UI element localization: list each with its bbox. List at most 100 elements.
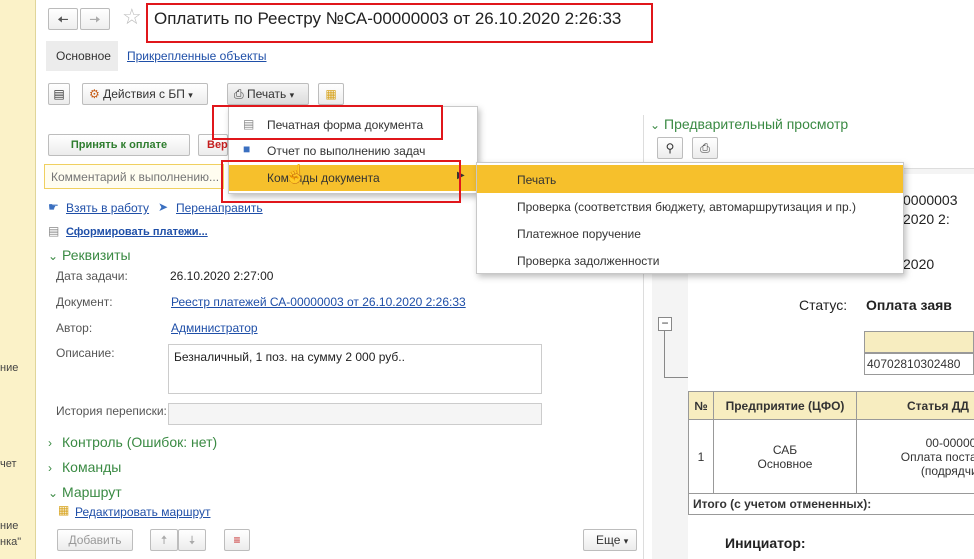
table-row: 1 САБ Основное 00-000009 Оплата постав (… <box>688 419 974 494</box>
accept-payment-button[interactable]: Принять к оплате <box>48 134 190 156</box>
section-route-label: Маршрут <box>62 484 122 500</box>
table-cell: САБ Основное <box>713 419 857 494</box>
favorite-star-icon[interactable]: ☆ <box>122 4 142 30</box>
task-date-label: Дата задачи: <box>56 269 128 283</box>
annotation-box-print-form <box>212 105 443 140</box>
chevron-down-icon: ▾ <box>623 536 629 546</box>
sidebar-fragment[interactable]: ние <box>0 520 18 532</box>
sort-button[interactable]: ≡ <box>224 529 250 551</box>
folder-icon: ▦ <box>58 503 70 517</box>
article-code: 00-000009 <box>925 435 974 450</box>
note-icon: ▦ <box>325 87 337 101</box>
document-button[interactable]: ▤ <box>48 83 70 105</box>
magnifier-icon: ⚲ <box>665 141 675 155</box>
preview-doc-number: 0000003 <box>903 192 958 208</box>
section-control[interactable]: › Контроль (Ошибок: нет) <box>48 434 217 450</box>
section-route[interactable]: ⌄ Маршрут <box>48 484 122 500</box>
preview-zoom-button[interactable]: ⚲ <box>657 137 683 159</box>
initiator-label: Инициатор: <box>725 535 806 551</box>
group-line <box>664 377 688 378</box>
more-label: Еще <box>596 533 621 547</box>
history-field[interactable] <box>168 403 542 425</box>
preview-status-label: Статус: <box>799 297 848 313</box>
total-row: Итого (с учетом отмененных): <box>688 493 974 515</box>
section-control-label: Контроль (Ошибок: нет) <box>62 434 218 450</box>
table-header: № <box>688 391 714 420</box>
submenu-item-check-budget[interactable]: Проверка (соответствия бюджету, автомарш… <box>477 193 903 220</box>
bp-actions-label: Действия с БП <box>103 87 185 101</box>
submenu-item-check-debt[interactable]: Проверка задолженности <box>477 247 903 274</box>
tab-attached-objects[interactable]: Прикрепленные объекты <box>127 49 267 63</box>
chevron-down-icon: ⌄ <box>48 249 59 263</box>
chevron-right-icon: › <box>48 461 52 475</box>
report-icon: ■ <box>243 142 251 156</box>
section-requisites-label: Реквизиты <box>62 247 131 263</box>
left-panel-strip: ние чет ние нка" <box>0 0 36 559</box>
submenu-item-label: Проверка задолженности <box>517 254 660 268</box>
arrow-down-icon: 🠧 <box>188 533 196 547</box>
move-up-button[interactable]: 🠥 <box>150 529 178 551</box>
form-payments-link[interactable]: Сформировать платежи... <box>66 226 208 238</box>
menu-item-label: Отчет по выполнению задач <box>267 144 426 158</box>
print-button[interactable]: ⎙ Печать ▾ <box>227 83 309 105</box>
section-requisites[interactable]: ⌄ Реквизиты <box>48 247 131 263</box>
company-sub: Основное <box>757 456 813 471</box>
collapse-group-button[interactable]: − <box>658 317 672 331</box>
take-to-work-link[interactable]: Взять в работу <box>66 201 149 215</box>
submenu-item-label: Печать <box>517 173 557 187</box>
redirect-link[interactable]: Перенаправить <box>176 201 263 215</box>
bp-actions-button[interactable]: ⚙ Действия с БП ▾ <box>82 83 208 105</box>
move-down-button[interactable]: 🠧 <box>178 529 206 551</box>
group-line <box>664 331 665 377</box>
tab-main[interactable]: Основное <box>46 41 118 71</box>
document-label: Документ: <box>56 295 113 309</box>
take-icon: ☛ <box>48 200 59 214</box>
forward-button[interactable]: 🠦 <box>80 8 110 30</box>
preview-print-button[interactable]: ⎙ <box>692 137 718 159</box>
printer-icon: ⎙ <box>700 141 710 155</box>
chevron-down-icon: ⌄ <box>650 118 661 132</box>
author-link[interactable]: Администратор <box>171 321 258 335</box>
sidebar-fragment[interactable]: чет <box>0 458 17 470</box>
preview-table: № Предприятие (ЦФО) Статья ДД 1 САБ Осно… <box>688 391 974 515</box>
history-label: История переписки: <box>56 404 167 418</box>
document-icon: ▤ <box>48 224 60 238</box>
document-link[interactable]: Реестр платежей СА-00000003 от 26.10.202… <box>171 295 466 309</box>
note-button[interactable]: ▦ <box>318 83 344 105</box>
add-button[interactable]: Добавить <box>57 529 133 551</box>
section-preview[interactable]: ⌄ Предварительный просмотр <box>650 116 848 132</box>
author-label: Автор: <box>56 321 93 335</box>
table-header: Статья ДД <box>856 391 974 420</box>
submenu-item-label: Платежное поручение <box>517 227 641 241</box>
annotation-box-commands <box>221 160 461 203</box>
arrow-up-icon: 🠥 <box>160 533 168 547</box>
table-cell: 00-000009 Оплата постав (подрядчик <box>856 419 974 494</box>
arrow-left-icon: 🠤 <box>57 11 69 27</box>
section-commands[interactable]: › Команды <box>48 459 121 475</box>
section-preview-label: Предварительный просмотр <box>664 116 849 132</box>
article-sub: (подрядчик <box>920 463 974 478</box>
sidebar-fragment[interactable]: нка" <box>0 536 21 548</box>
edit-route-link[interactable]: Редактировать маршрут <box>75 505 211 519</box>
table-cell: 1 <box>688 419 714 494</box>
annotation-box-title <box>146 3 653 43</box>
sidebar-fragment[interactable]: ние <box>0 362 18 374</box>
description-field[interactable]: Безналичный, 1 поз. на сумму 2 000 руб.. <box>168 344 542 394</box>
chevron-right-icon: › <box>48 436 52 450</box>
process-icon: ⚙ <box>89 87 100 101</box>
table-header: Предприятие (ЦФО) <box>713 391 857 420</box>
description-label: Описание: <box>56 346 115 360</box>
preview-status-value: Оплата заяв <box>866 297 952 313</box>
print-label: Печать <box>246 87 287 101</box>
chevron-down-icon: ⌄ <box>48 486 59 500</box>
account-cell: 40702810302480 <box>864 353 974 375</box>
submenu-item-label: Проверка (соответствия бюджету, автомарш… <box>517 200 856 214</box>
preview-doc-date-2: 2020 <box>903 256 935 272</box>
submenu-item-print[interactable]: Печать <box>477 165 903 193</box>
comment-input[interactable] <box>44 164 224 189</box>
section-commands-label: Команды <box>62 459 122 475</box>
back-button[interactable]: 🠤 <box>48 8 78 30</box>
preview-doc-date: 2020 2: <box>903 211 950 227</box>
submenu-item-payment-order[interactable]: Платежное поручение <box>477 220 903 247</box>
more-button[interactable]: Еще ▾ <box>583 529 637 551</box>
